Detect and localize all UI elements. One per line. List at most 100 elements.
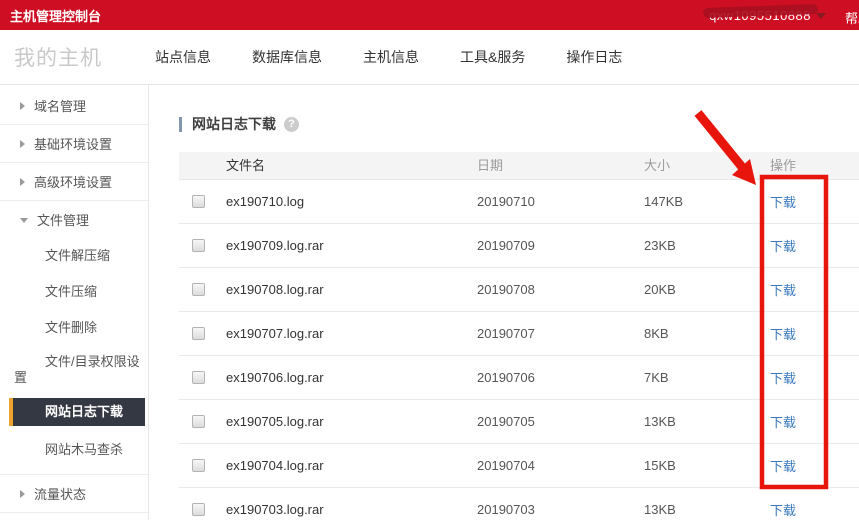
file-name: ex190706.log.rar <box>226 370 477 385</box>
sidebar: 域名管理基础环境设置高级环境设置文件管理文件解压缩文件压缩文件删除文件/目录权限… <box>0 85 149 520</box>
table-row: ex190708.log.rar2019070820KB下载 <box>179 268 859 312</box>
download-link[interactable]: 下载 <box>770 371 796 386</box>
download-link[interactable]: 下载 <box>770 283 796 298</box>
table-row: ex190709.log.rar2019070923KB下载 <box>179 224 859 268</box>
header-checkbox-column <box>179 152 226 179</box>
checkbox-cell <box>179 239 226 252</box>
sidebar-item[interactable]: 基础环境设置 <box>0 125 148 162</box>
sidebar-subitem[interactable]: 文件压缩 <box>0 274 148 310</box>
nav-tab[interactable]: 工具&服务 <box>460 47 525 67</box>
checkbox-cell <box>179 415 226 428</box>
file-size: 20KB <box>639 282 769 297</box>
download-link[interactable]: 下载 <box>770 239 796 254</box>
table-header: 文件名 日期 大小 操作 <box>179 152 859 180</box>
sidebar-submenu: 文件解压缩文件压缩文件删除文件/目录权限设置网站日志下载网站木马查杀 <box>0 238 148 474</box>
file-size: 8KB <box>639 326 769 341</box>
action-cell: 下载 <box>769 192 849 211</box>
top-bar: 主机管理控制台 qxw1095510888 帮助 <box>0 0 859 30</box>
download-link[interactable]: 下载 <box>770 195 796 210</box>
table-row: ex190707.log.rar201907078KB下载 <box>179 312 859 356</box>
sidebar-subitem[interactable]: 网站木马查杀 <box>0 432 148 468</box>
file-date: 20190709 <box>477 238 639 253</box>
file-name: ex190703.log.rar <box>226 502 477 517</box>
file-name: ex190710.log <box>226 194 477 209</box>
file-name: ex190705.log.rar <box>226 414 477 429</box>
file-date: 20190703 <box>477 502 639 517</box>
action-cell: 下载 <box>769 324 849 343</box>
checkbox-cell <box>179 503 226 516</box>
action-cell: 下载 <box>769 500 849 519</box>
table-row: ex190710.log20190710147KB下载 <box>179 180 859 224</box>
column-header-date: 日期 <box>477 152 639 179</box>
file-date: 20190706 <box>477 370 639 385</box>
help-link[interactable]: 帮助 <box>845 8 859 27</box>
sidebar-item[interactable]: 文件管理 <box>0 201 148 238</box>
row-checkbox[interactable] <box>192 195 205 208</box>
table-body: ex190710.log20190710147KB下载ex190709.log.… <box>179 180 859 520</box>
page-title: 我的主机 <box>14 42 102 72</box>
sidebar-group: 基础环境设置 <box>0 125 148 163</box>
file-name: ex190709.log.rar <box>226 238 477 253</box>
row-checkbox[interactable] <box>192 503 205 516</box>
download-link[interactable]: 下载 <box>770 327 796 342</box>
user-menu[interactable]: qxw1095510888 <box>709 0 826 30</box>
nav-tab[interactable]: 站点信息 <box>155 47 211 67</box>
file-size: 15KB <box>639 458 769 473</box>
sidebar-item-label: 高级环境设置 <box>34 172 112 191</box>
file-size: 147KB <box>639 194 769 209</box>
main-panel: 网站日志下载 ? 文件名 日期 大小 操作 ex190710.log201907… <box>149 85 859 520</box>
column-header-action: 操作 <box>769 152 849 179</box>
checkbox-cell <box>179 327 226 340</box>
row-checkbox[interactable] <box>192 415 205 428</box>
row-checkbox[interactable] <box>192 283 205 296</box>
download-link[interactable]: 下载 <box>770 415 796 430</box>
action-cell: 下载 <box>769 412 849 431</box>
column-header-filename: 文件名 <box>226 152 477 179</box>
nav-tab[interactable]: 主机信息 <box>363 47 419 67</box>
sidebar-group: 流量状态 <box>0 475 148 513</box>
sidebar-item[interactable]: 高级环境设置 <box>0 163 148 200</box>
action-cell: 下载 <box>769 236 849 255</box>
nav-bar: 我的主机 站点信息 数据库信息 主机信息 工具&服务 操作日志 <box>0 30 859 85</box>
sidebar-subitem[interactable]: 文件解压缩 <box>0 238 148 274</box>
sidebar-subitem[interactable]: 文件/目录权限设置 <box>0 346 146 390</box>
file-size: 23KB <box>639 238 769 253</box>
checkbox-cell <box>179 195 226 208</box>
sidebar-item-label: 流量状态 <box>34 484 86 503</box>
table-row: ex190703.log.rar2019070313KB下载 <box>179 488 859 520</box>
help-icon[interactable]: ? <box>284 117 299 132</box>
sidebar-item[interactable]: 域名管理 <box>0 87 148 124</box>
file-size: 7KB <box>639 370 769 385</box>
file-size: 13KB <box>639 414 769 429</box>
file-date: 20190707 <box>477 326 639 341</box>
file-name: ex190707.log.rar <box>226 326 477 341</box>
sidebar-item[interactable]: 流量状态 <box>0 475 148 512</box>
action-cell: 下载 <box>769 368 849 387</box>
row-checkbox[interactable] <box>192 239 205 252</box>
chevron-right-icon <box>20 490 25 498</box>
row-checkbox[interactable] <box>192 371 205 384</box>
table-row: ex190705.log.rar2019070513KB下载 <box>179 400 859 444</box>
title-accent-bar <box>179 117 182 132</box>
nav-tab[interactable]: 操作日志 <box>566 47 622 67</box>
section-title: 网站日志下载 <box>192 114 276 134</box>
chevron-down-icon <box>816 13 826 19</box>
log-table: 文件名 日期 大小 操作 ex190710.log20190710147KB下载… <box>179 152 859 520</box>
file-size: 13KB <box>639 502 769 517</box>
action-cell: 下载 <box>769 280 849 299</box>
sidebar-subitem[interactable]: 网站日志下载 <box>9 398 145 426</box>
download-link[interactable]: 下载 <box>770 459 796 474</box>
checkbox-cell <box>179 371 226 384</box>
file-date: 20190704 <box>477 458 639 473</box>
sidebar-item-label: 域名管理 <box>34 96 86 115</box>
content-layout: 域名管理基础环境设置高级环境设置文件管理文件解压缩文件压缩文件删除文件/目录权限… <box>0 85 859 520</box>
file-name: ex190708.log.rar <box>226 282 477 297</box>
file-date: 20190705 <box>477 414 639 429</box>
row-checkbox[interactable] <box>192 327 205 340</box>
chevron-right-icon <box>20 102 25 110</box>
sidebar-group: 高级环境设置 <box>0 163 148 201</box>
row-checkbox[interactable] <box>192 459 205 472</box>
sidebar-subitem[interactable]: 文件删除 <box>0 310 148 346</box>
download-link[interactable]: 下载 <box>770 503 796 518</box>
nav-tab[interactable]: 数据库信息 <box>252 47 322 67</box>
